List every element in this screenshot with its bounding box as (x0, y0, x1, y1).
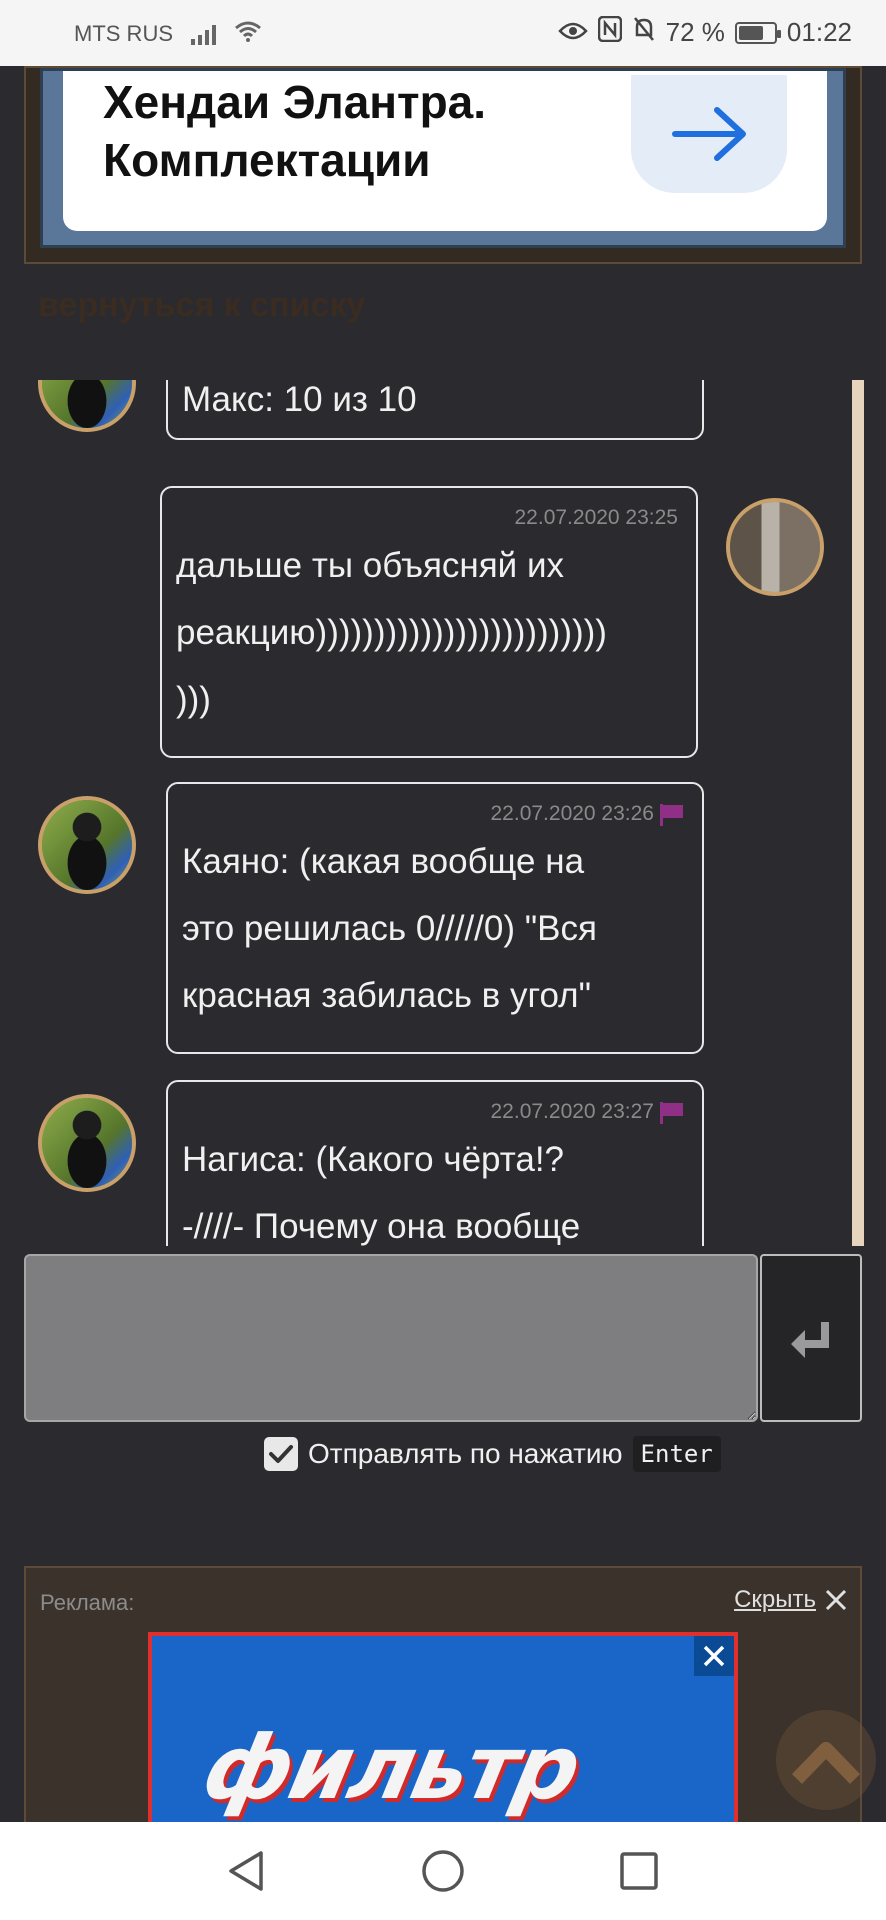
close-icon[interactable] (824, 1588, 848, 1612)
battery-icon (734, 21, 781, 44)
enter-key-hint: Enter (632, 1436, 721, 1472)
avatar[interactable] (726, 498, 824, 596)
message-timestamp: 22.07.2020 23:26 (491, 802, 685, 826)
chat-scrollbar[interactable] (852, 380, 864, 1246)
chevron-up-icon (791, 1742, 861, 1784)
send-on-enter-option[interactable]: Отправлять по нажатию Enter (264, 1436, 721, 1472)
circle-home-icon[interactable] (421, 1849, 465, 1893)
bell-muted-icon (632, 16, 656, 49)
message-bubble: 22.07.2020 23:26 Каяно: (какая вообще на… (166, 782, 704, 1054)
enter-return-icon (791, 1322, 829, 1358)
message-timestamp: 22.07.2020 23:27 (491, 1100, 685, 1124)
message-text: Каяно: (какая вообще на это решилась 0//… (182, 842, 597, 1015)
triangle-back-icon[interactable] (227, 1850, 267, 1892)
ad-logo: фильтр (195, 1716, 589, 1819)
avatar[interactable] (38, 1094, 136, 1192)
flag-icon[interactable] (660, 804, 684, 826)
top-ad-arrow-button[interactable] (631, 75, 787, 193)
close-icon (703, 1645, 725, 1667)
back-to-list-link[interactable]: вернуться к списку (38, 286, 365, 325)
top-ad-headline[interactable]: Хендаи Элантра. Комплектации (103, 73, 623, 189)
carrier-name: MTS RUS (74, 21, 173, 46)
message-text: Нагиса: (Какого чёрта!? -////- Почему он… (182, 1140, 581, 1246)
nfc-icon (597, 15, 622, 49)
status-bar: MTS RUS 72 % 01:22 (0, 0, 886, 66)
send-button[interactable] (760, 1254, 862, 1422)
avatar[interactable] (38, 796, 136, 894)
top-ad-frame: Хендаи Элантра. Комплектации (24, 66, 862, 264)
square-recents-icon[interactable] (619, 1851, 659, 1891)
signal-icon (191, 23, 216, 45)
hide-ad-button[interactable]: Скрыть (734, 1586, 848, 1614)
status-right: 72 % 01:22 (557, 15, 852, 49)
message-text: дальше ты объясняй их реакцию)))))))))))… (176, 546, 607, 719)
system-nav-bar (0, 1822, 886, 1920)
clock: 01:22 (786, 17, 852, 47)
message-bubble: 22.07.2020 23:25 дальше ты объясняй их р… (160, 486, 698, 758)
message-bubble: 22.07.2020 23:27 Нагиса: (Какого чёрта!?… (166, 1080, 704, 1246)
message-bubble: Макс: 10 из 10 (166, 380, 704, 440)
ad-label: Реклама: (40, 1590, 135, 1615)
eye-icon (557, 17, 588, 48)
message-text: Макс: 10 из 10 (182, 380, 417, 419)
message-timestamp: 22.07.2020 23:25 (514, 506, 679, 529)
checkmark-icon (269, 1445, 293, 1463)
arrow-right-icon (672, 107, 746, 161)
flag-icon[interactable] (660, 1102, 684, 1124)
avatar[interactable] (38, 380, 136, 432)
ad-banner-close-button[interactable] (694, 1636, 734, 1676)
scroll-top-button[interactable] (776, 1710, 876, 1810)
send-on-enter-checkbox[interactable] (264, 1437, 298, 1471)
status-left: MTS RUS (74, 20, 262, 48)
hide-ad-label[interactable]: Скрыть (734, 1586, 816, 1614)
send-on-enter-label: Отправлять по нажатию (308, 1438, 623, 1469)
message-input[interactable] (24, 1254, 758, 1422)
ad-banner[interactable]: фильтр (148, 1632, 738, 1832)
wifi-icon (234, 20, 262, 48)
top-ad-card[interactable]: Хендаи Элантра. Комплектации (63, 71, 827, 231)
chat-messages[interactable]: Макс: 10 из 10 22.07.2020 23:25 дальше т… (0, 380, 850, 1246)
battery-percent: 72 % (665, 17, 725, 47)
top-ad-inner: Хендаи Элантра. Комплектации (40, 68, 846, 248)
